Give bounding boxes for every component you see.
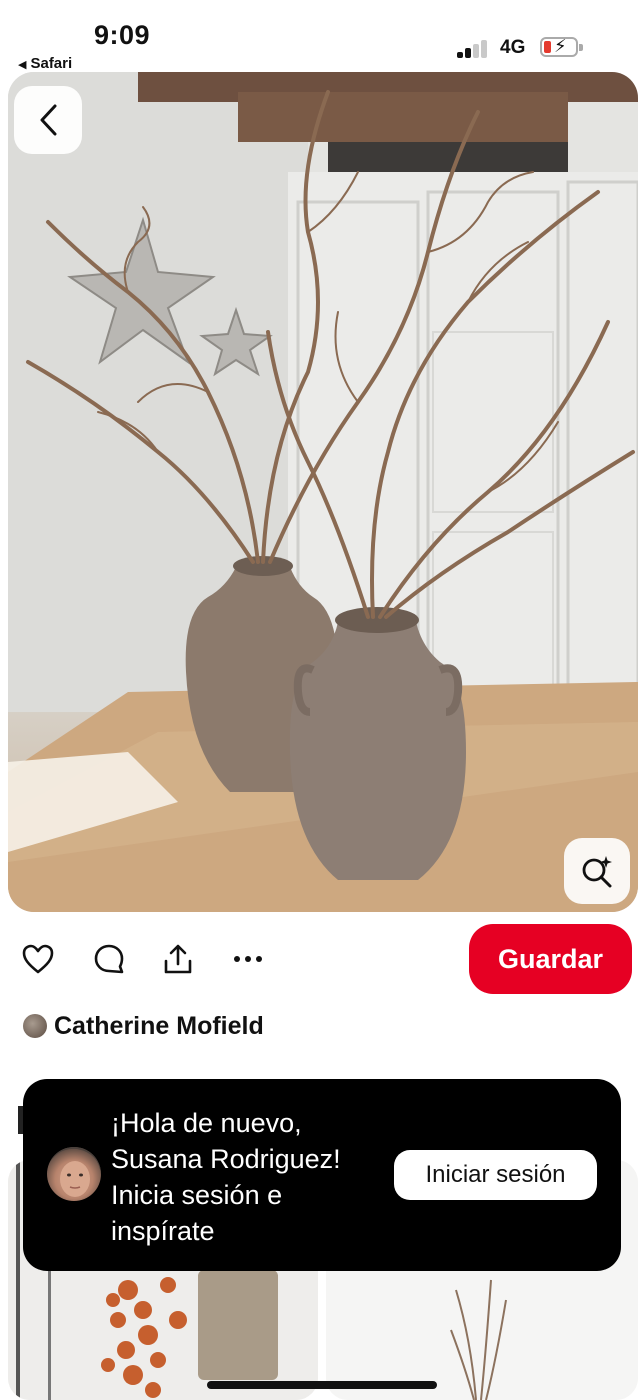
pin-image[interactable] bbox=[8, 72, 638, 912]
toast-line: inspírate bbox=[111, 1216, 215, 1246]
status-time: 9:09 bbox=[94, 20, 151, 50]
back-triangle-icon: ◀ bbox=[18, 59, 27, 71]
creator-link[interactable]: Catherine Mofield bbox=[23, 1010, 264, 1042]
login-toast: ¡Hola de nuevo, Susana Rodriguez! Inicia… bbox=[23, 1079, 621, 1271]
visual-search-button[interactable] bbox=[564, 838, 630, 904]
network-type: 4G bbox=[500, 37, 526, 58]
toast-line: ¡Hola de nuevo, bbox=[111, 1108, 302, 1138]
more-icon[interactable] bbox=[230, 941, 266, 977]
home-indicator[interactable] bbox=[207, 1381, 437, 1389]
back-button[interactable] bbox=[14, 86, 82, 154]
pin-photo-illustration bbox=[8, 72, 638, 912]
back-app-label: Safari bbox=[30, 55, 73, 72]
login-button[interactable]: Iniciar sesión bbox=[394, 1150, 597, 1200]
chevron-left-icon bbox=[40, 104, 57, 136]
back-to-safari-link[interactable]: ◀ Safari bbox=[18, 55, 72, 72]
visual-search-icon bbox=[582, 856, 612, 888]
save-button[interactable]: Guardar bbox=[469, 924, 632, 994]
avatar bbox=[47, 1147, 101, 1201]
avatar bbox=[23, 1014, 47, 1038]
status-bar: 9:09 ◀ Safari 4G ⚡ bbox=[0, 0, 644, 72]
toast-line: Inicia sesión e bbox=[111, 1180, 283, 1210]
creator-name: Catherine Mofield bbox=[54, 1011, 264, 1040]
share-icon[interactable] bbox=[160, 941, 196, 977]
heart-icon[interactable] bbox=[20, 941, 56, 977]
toast-line: Susana Rodriguez! bbox=[111, 1144, 341, 1174]
battery-icon: ⚡ bbox=[540, 36, 583, 57]
comment-icon[interactable] bbox=[91, 941, 127, 977]
toast-message: ¡Hola de nuevo, Susana Rodriguez! Inicia… bbox=[111, 1105, 391, 1249]
cellular-signal-icon bbox=[457, 40, 491, 58]
